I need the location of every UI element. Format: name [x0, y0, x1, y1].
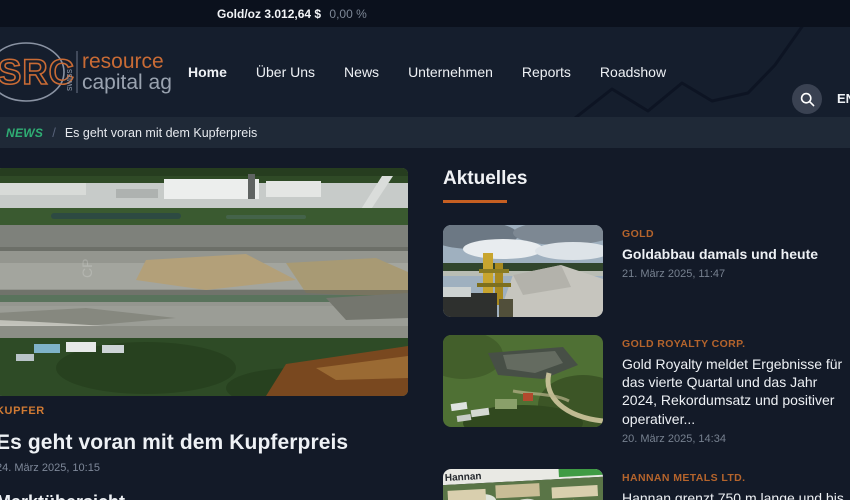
news-title[interactable]: Hannan grenzt 750 m lange und bis zu 192…	[622, 489, 850, 500]
article-section-heading: Marktübersicht	[0, 492, 408, 500]
ticker-change: 0,00 %	[329, 6, 367, 21]
news-thumbnail-gold-mine	[443, 225, 603, 317]
main-article: CP KUPFER Es geht voran mit dem Kupferpr…	[0, 168, 408, 500]
site-header: SRC swiss resource capital ag Home Über …	[0, 27, 850, 117]
breadcrumb: NEWS / Es geht voran mit dem Kupferpreis	[0, 117, 850, 148]
sidebar-heading-underline	[443, 200, 507, 203]
svg-text:Hannan: Hannan	[445, 471, 482, 484]
news-thumbnail-aerial-forest	[443, 335, 603, 427]
logo-line1: resource	[82, 50, 164, 73]
news-list-item[interactable]: GOLD ROYALTY CORP. Gold Royalty meldet E…	[443, 335, 850, 445]
news-list-item[interactable]: GOLD Goldabbau damals und heute 21. März…	[443, 225, 850, 317]
nav-item-unternehmen[interactable]: Unternehmen	[408, 64, 493, 80]
search-icon	[800, 92, 814, 106]
ticker-price: 3.012,64 $	[264, 6, 322, 21]
news-category[interactable]: GOLD ROYALTY CORP.	[622, 338, 850, 350]
breadcrumb-current: Es geht voran mit dem Kupferpreis	[64, 125, 258, 140]
language-switch[interactable]: EN	[837, 91, 850, 106]
article-hero-image: CP	[0, 168, 408, 396]
breadcrumb-section-link[interactable]: NEWS	[6, 126, 43, 140]
search-button[interactable]	[792, 84, 822, 114]
breadcrumb-separator: /	[52, 125, 56, 140]
company-logo[interactable]: SRC swiss resource capital ag	[0, 35, 176, 109]
logo-line2: capital ag	[82, 71, 172, 94]
news-category[interactable]: GOLD	[622, 228, 850, 240]
sidebar-heading: Aktuelles	[443, 168, 528, 189]
news-category[interactable]: HANNAN METALS LTD.	[622, 472, 850, 484]
logo-vertical-text: swiss	[64, 69, 74, 91]
ticker-label: Gold/oz	[217, 6, 261, 21]
nav-item-home[interactable]: Home	[188, 64, 227, 80]
news-text: GOLD ROYALTY CORP. Gold Royalty meldet E…	[622, 335, 850, 445]
news-list-item[interactable]: Hannan HANNAN METALS LTD. Hannan grenzt …	[443, 468, 850, 500]
article-date: 24. März 2025, 10:15	[0, 462, 100, 474]
svg-text:CP: CP	[79, 259, 95, 278]
news-title[interactable]: Goldabbau damals und heute	[622, 245, 850, 263]
news-text: HANNAN METALS LTD. Hannan grenzt 750 m l…	[622, 469, 850, 500]
article-category[interactable]: KUPFER	[0, 405, 408, 417]
main-nav: Home Über Uns News Unternehmen Reports R…	[188, 27, 666, 117]
news-text: GOLD Goldabbau damals und heute 21. März…	[622, 225, 850, 317]
nav-item-ueber-uns[interactable]: Über Uns	[256, 64, 315, 80]
nav-item-reports[interactable]: Reports	[522, 64, 571, 80]
news-thumbnail-map: Hannan	[443, 468, 603, 500]
nav-item-news[interactable]: News	[344, 64, 379, 80]
news-date: 20. März 2025, 14:34	[622, 432, 726, 445]
news-date: 21. März 2025, 11:47	[622, 268, 726, 281]
news-title[interactable]: Gold Royalty meldet Ergebnisse für das v…	[622, 355, 850, 428]
gold-price-ticker: Gold/oz 3.012,64 $ 0,00 %	[217, 7, 367, 21]
news-sidebar: Aktuelles GOLD Goldabbau damals und heut…	[443, 168, 850, 500]
article-title: Es geht voran mit dem Kupferpreis	[0, 431, 349, 454]
nav-item-roadshow[interactable]: Roadshow	[600, 64, 666, 80]
ticker-bar: Gold/oz 3.012,64 $ 0,00 %	[0, 0, 850, 27]
